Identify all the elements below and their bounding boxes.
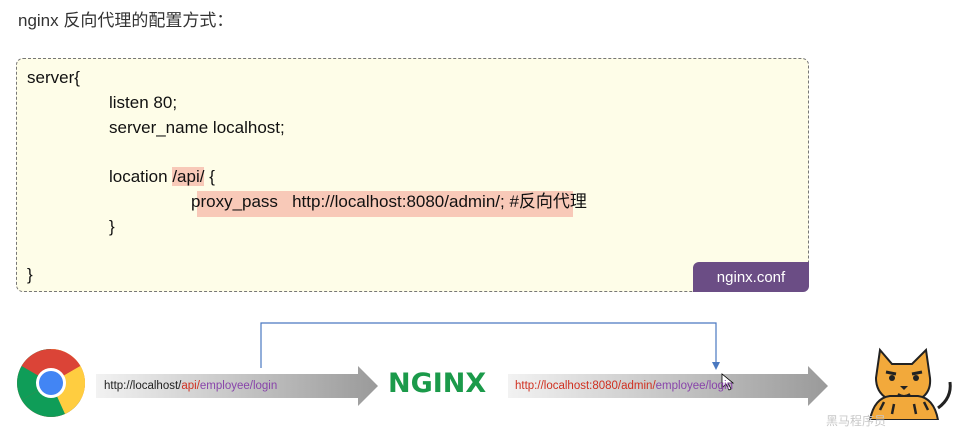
client-url-api: api/ xyxy=(181,380,200,392)
chrome-browser-icon xyxy=(17,349,85,417)
tomcat-icon xyxy=(868,347,952,420)
flow-arrows xyxy=(96,322,828,406)
client-url-host: http://localhost/ xyxy=(104,380,182,392)
backend-url: http://localhost:8080/admin/employee/log… xyxy=(515,380,733,392)
watermark: 黑马程序员 xyxy=(826,414,887,428)
backend-url-path: employee/login xyxy=(655,380,734,392)
client-url-path: employee/login xyxy=(199,380,278,392)
backend-url-host: http://localhost:8080/admin/ xyxy=(515,380,656,392)
nginx-logo: NGINX xyxy=(388,368,487,399)
connector-line xyxy=(260,322,717,368)
connector-arrowhead xyxy=(712,362,720,370)
client-url: http://localhost/api/employee/login xyxy=(104,380,277,392)
